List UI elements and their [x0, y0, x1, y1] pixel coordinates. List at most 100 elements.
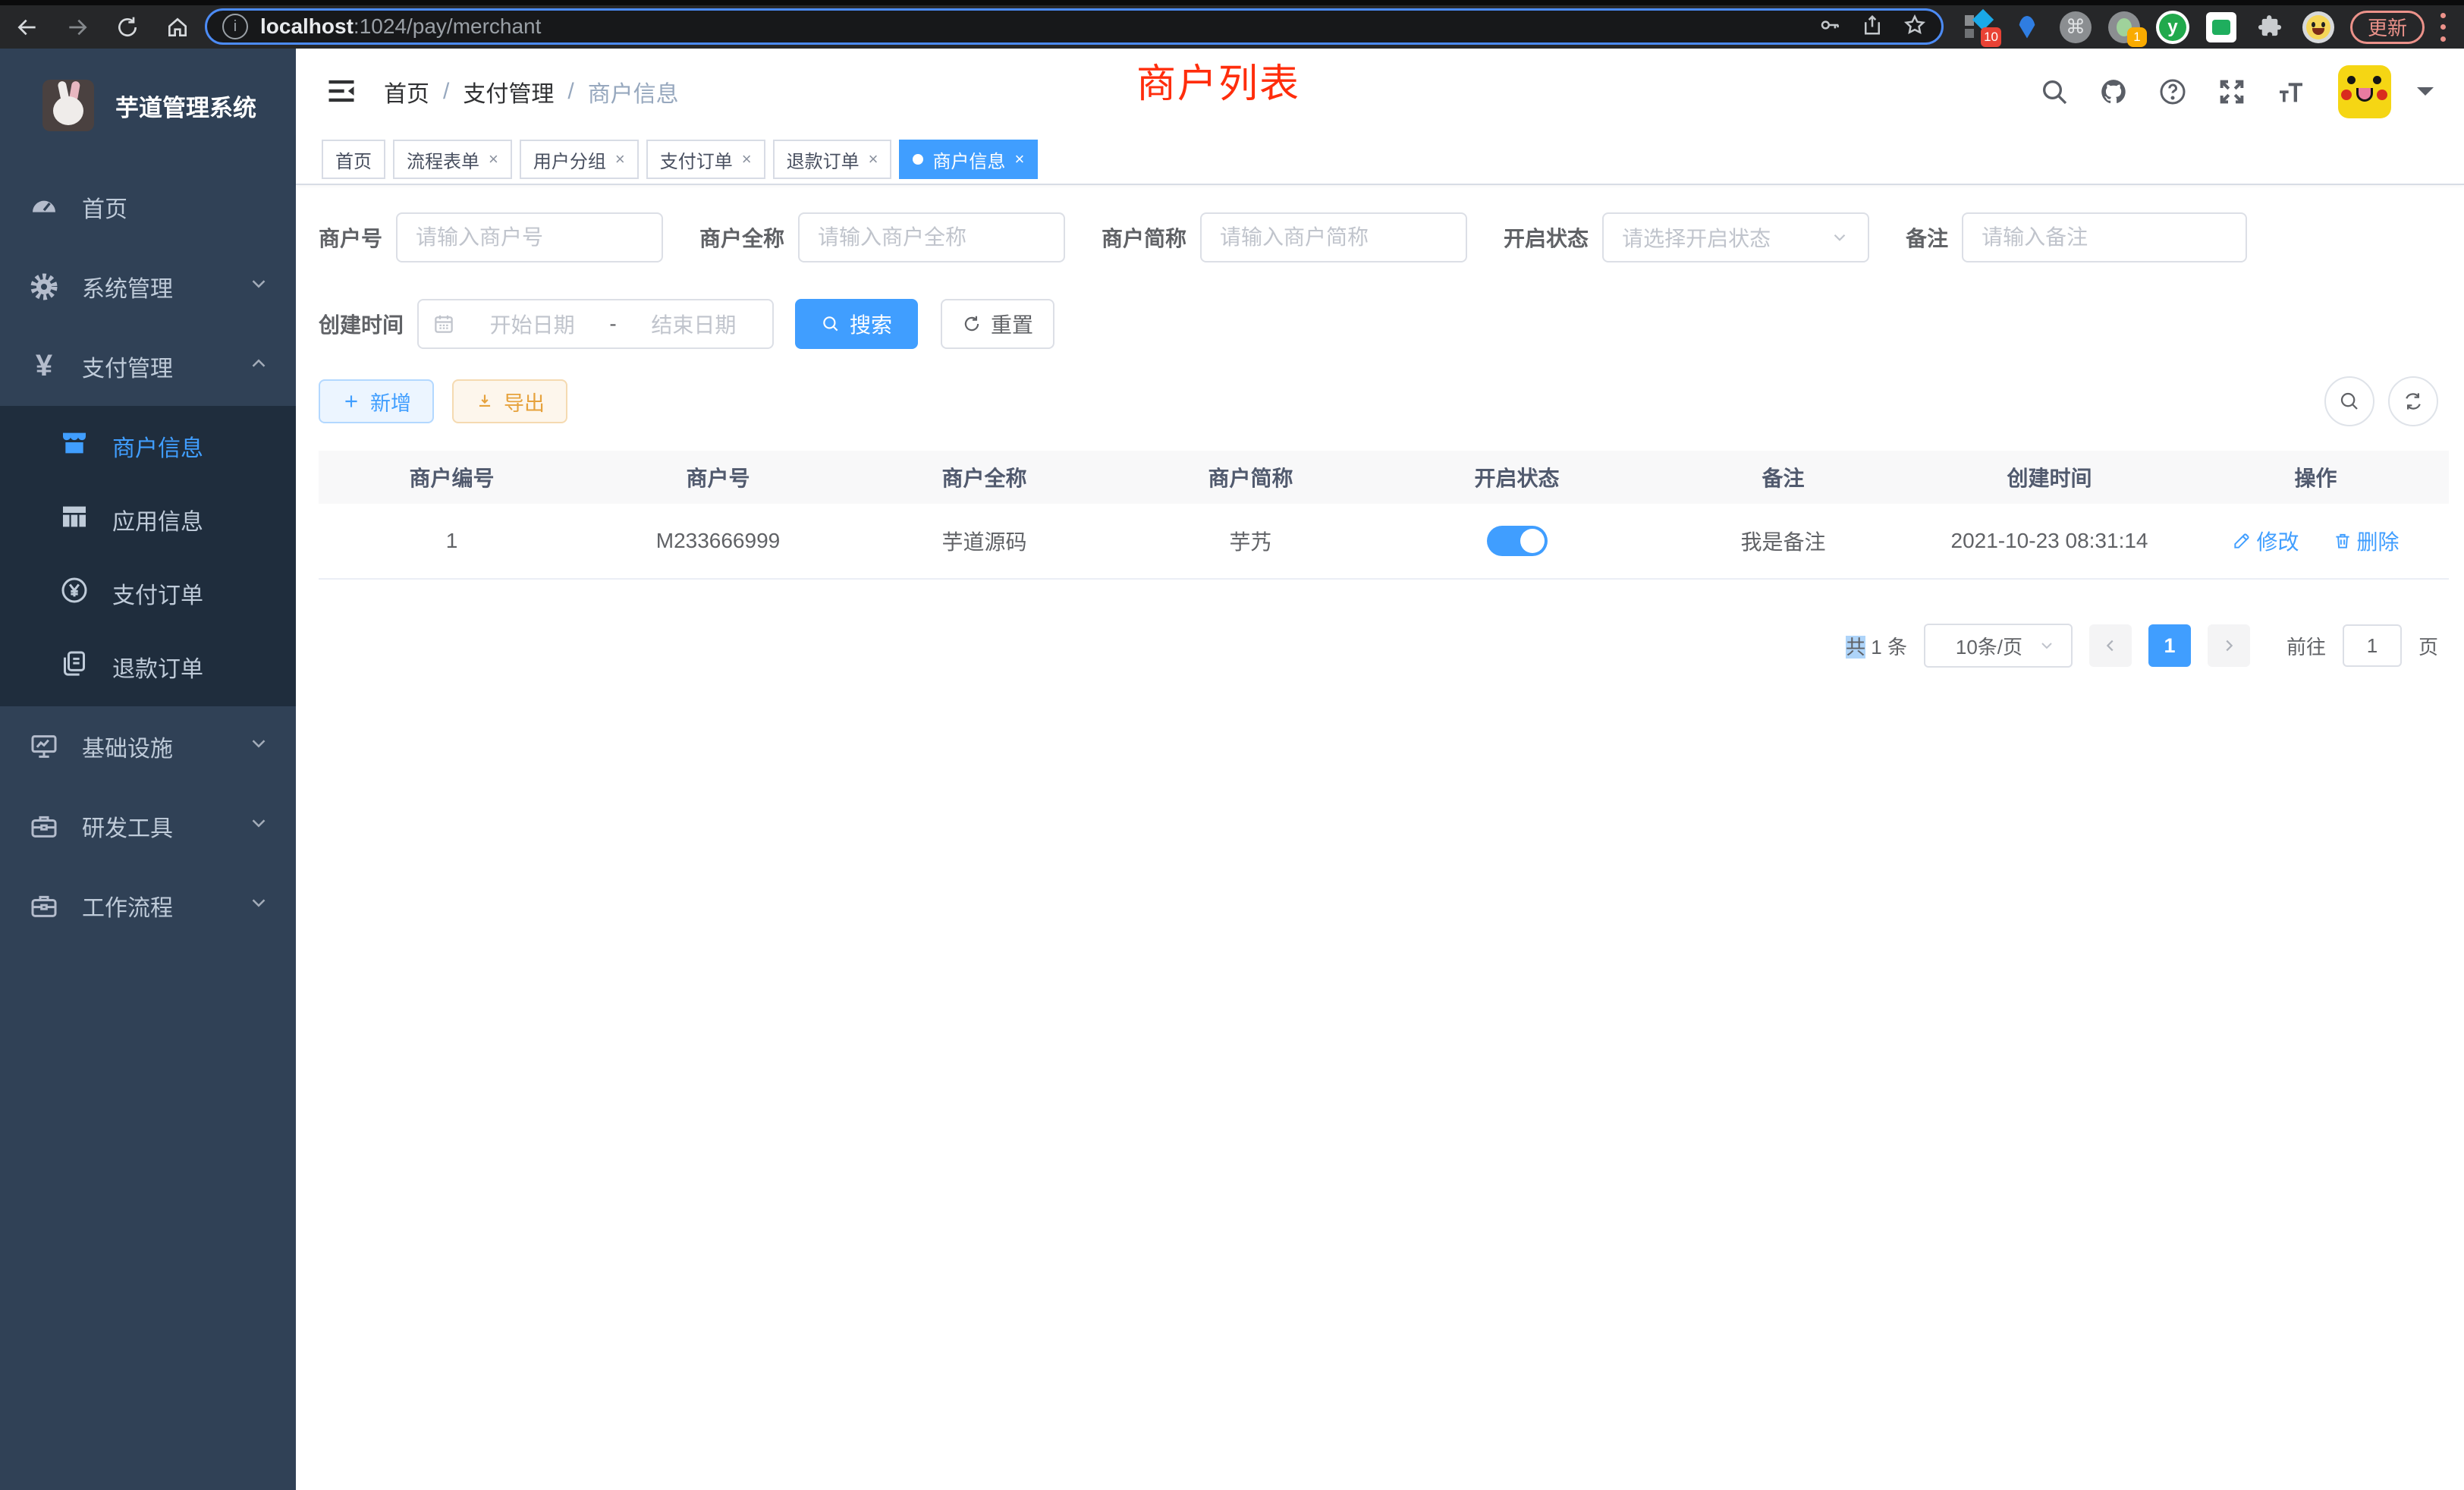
- cell-full-name: 芋道源码: [851, 526, 1117, 556]
- sidebar-item-merchant-info[interactable]: 商户信息: [0, 409, 296, 483]
- sidebar-item-label: 应用信息: [112, 503, 203, 536]
- logo[interactable]: 芋道管理系统: [0, 49, 296, 162]
- prev-page-button[interactable]: [2089, 624, 2132, 667]
- password-key-icon[interactable]: [1818, 14, 1841, 40]
- cell-merchant-no: M233666999: [585, 529, 851, 553]
- next-page-button[interactable]: [2208, 624, 2250, 667]
- tab-home[interactable]: 首页: [322, 140, 385, 179]
- add-button[interactable]: 新增: [319, 379, 434, 423]
- plus-icon: [341, 391, 361, 411]
- chevron-up-icon: [247, 352, 270, 381]
- sidebar-collapse-icon[interactable]: [325, 74, 360, 109]
- tab-user-group[interactable]: 用户分组×: [520, 140, 639, 179]
- browser-home-button[interactable]: [161, 11, 194, 44]
- end-date-placeholder: 结束日期: [629, 309, 759, 339]
- tab-process-form[interactable]: 流程表单×: [393, 140, 512, 179]
- close-icon[interactable]: ×: [1014, 149, 1024, 169]
- fullscreen-icon[interactable]: [2215, 75, 2249, 108]
- sidebar-item-dev-tools[interactable]: 研发工具: [0, 786, 296, 866]
- browser-menu-icon[interactable]: [2440, 13, 2446, 42]
- chevron-down-icon: [247, 272, 270, 301]
- status-label: 开启状态: [1504, 222, 1589, 253]
- close-icon[interactable]: ×: [615, 149, 625, 169]
- edit-link[interactable]: 修改: [2232, 526, 2299, 556]
- status-select[interactable]: 请选择开启状态: [1602, 212, 1869, 262]
- extension-y-icon[interactable]: y: [2156, 11, 2189, 44]
- hide-search-button[interactable]: [2324, 376, 2374, 426]
- extension-tampermonkey-icon[interactable]: 10: [1962, 11, 1995, 44]
- browser-update-button[interactable]: 更新: [2350, 11, 2425, 44]
- cell-create-time: 2021-10-23 08:31:14: [1916, 529, 2183, 553]
- browser-reload-button[interactable]: [111, 11, 144, 44]
- close-icon[interactable]: ×: [489, 149, 498, 169]
- extensions-puzzle-icon[interactable]: [2253, 11, 2286, 44]
- breadcrumb-home[interactable]: 首页: [384, 75, 429, 108]
- full-name-input[interactable]: [800, 214, 1064, 261]
- sidebar-item-payment[interactable]: ¥ 支付管理: [0, 326, 296, 406]
- chevron-down-icon: [247, 732, 270, 761]
- goto-label: 前往: [2286, 632, 2326, 660]
- sidebar-item-system[interactable]: 系统管理: [0, 247, 296, 326]
- site-info-icon[interactable]: i: [222, 14, 248, 39]
- toolbox-icon: [27, 809, 61, 843]
- search-icon: [821, 314, 841, 334]
- remark-input[interactable]: [1963, 214, 2246, 261]
- sidebar-item-workflow[interactable]: 工作流程: [0, 866, 296, 945]
- sidebar-item-label: 系统管理: [82, 270, 173, 303]
- trash-icon: [2333, 531, 2352, 551]
- extension-chat-icon[interactable]: [2205, 11, 2238, 44]
- date-range-picker[interactable]: 开始日期 - 结束日期: [417, 299, 774, 349]
- document-icon: [59, 649, 90, 685]
- chevron-down-icon: [247, 812, 270, 841]
- gear-icon: [27, 270, 61, 303]
- browser-back-button[interactable]: [11, 11, 44, 44]
- user-avatar[interactable]: [2338, 65, 2391, 118]
- avatar-caret-icon[interactable]: [2417, 87, 2434, 104]
- reset-button[interactable]: 重置: [941, 299, 1054, 349]
- sidebar-item-pay-order[interactable]: 支付订单: [0, 556, 296, 630]
- tab-refund-order[interactable]: 退款订单×: [773, 140, 892, 179]
- tab-pay-order[interactable]: 支付订单×: [646, 140, 765, 179]
- refresh-table-button[interactable]: [2388, 376, 2438, 426]
- page-size-select[interactable]: 10条/页: [1924, 624, 2073, 668]
- active-dot: [913, 154, 923, 165]
- goto-page-input[interactable]: [2343, 624, 2402, 667]
- extension-command-icon[interactable]: ⌘: [2059, 11, 2092, 44]
- tab-merchant-info[interactable]: 商户信息×: [899, 140, 1038, 179]
- store-icon: [59, 428, 90, 464]
- sidebar-item-home[interactable]: 首页: [0, 167, 296, 247]
- merchant-no-input[interactable]: [398, 214, 662, 261]
- extension-badge: 1: [2127, 27, 2147, 47]
- page-number-button[interactable]: 1: [2148, 624, 2191, 667]
- address-bar[interactable]: i localhost:1024/pay/merchant: [205, 8, 1944, 45]
- extension-emoji-avatar[interactable]: [2302, 11, 2335, 44]
- search-button[interactable]: 搜索: [795, 299, 918, 349]
- edit-pen-icon: [2232, 531, 2252, 551]
- close-icon[interactable]: ×: [742, 149, 752, 169]
- breadcrumb-current: 商户信息: [588, 75, 679, 108]
- search-icon[interactable]: [2038, 75, 2071, 108]
- extension-badge: 10: [1981, 27, 2001, 47]
- sidebar-item-refund-order[interactable]: 退款订单: [0, 630, 296, 703]
- column-header: 商户编号: [319, 462, 585, 492]
- start-date-placeholder: 开始日期: [467, 309, 597, 339]
- close-icon[interactable]: ×: [869, 149, 878, 169]
- export-button[interactable]: 导出: [452, 379, 567, 423]
- help-icon[interactable]: [2156, 75, 2189, 108]
- short-name-input[interactable]: [1202, 214, 1466, 261]
- sidebar-item-app-info[interactable]: 应用信息: [0, 483, 296, 556]
- share-icon[interactable]: [1861, 14, 1884, 40]
- browser-top-strip: [0, 0, 2464, 5]
- github-icon[interactable]: [2097, 75, 2130, 108]
- extension-proxy-icon[interactable]: 1: [2107, 11, 2141, 44]
- browser-chrome: i localhost:1024/pay/merchant 10 ⌘ 1: [0, 0, 2464, 49]
- sidebar-item-infrastructure[interactable]: 基础设施: [0, 706, 296, 786]
- browser-forward-button[interactable]: [61, 11, 94, 44]
- bookmark-star-icon[interactable]: [1903, 14, 1926, 40]
- chevron-left-icon: [2102, 637, 2119, 654]
- status-toggle[interactable]: [1487, 526, 1548, 556]
- grid-icon: [59, 501, 90, 538]
- font-size-icon[interactable]: [2274, 75, 2308, 108]
- delete-link[interactable]: 删除: [2333, 526, 2400, 556]
- extension-pin-icon[interactable]: [2010, 11, 2044, 44]
